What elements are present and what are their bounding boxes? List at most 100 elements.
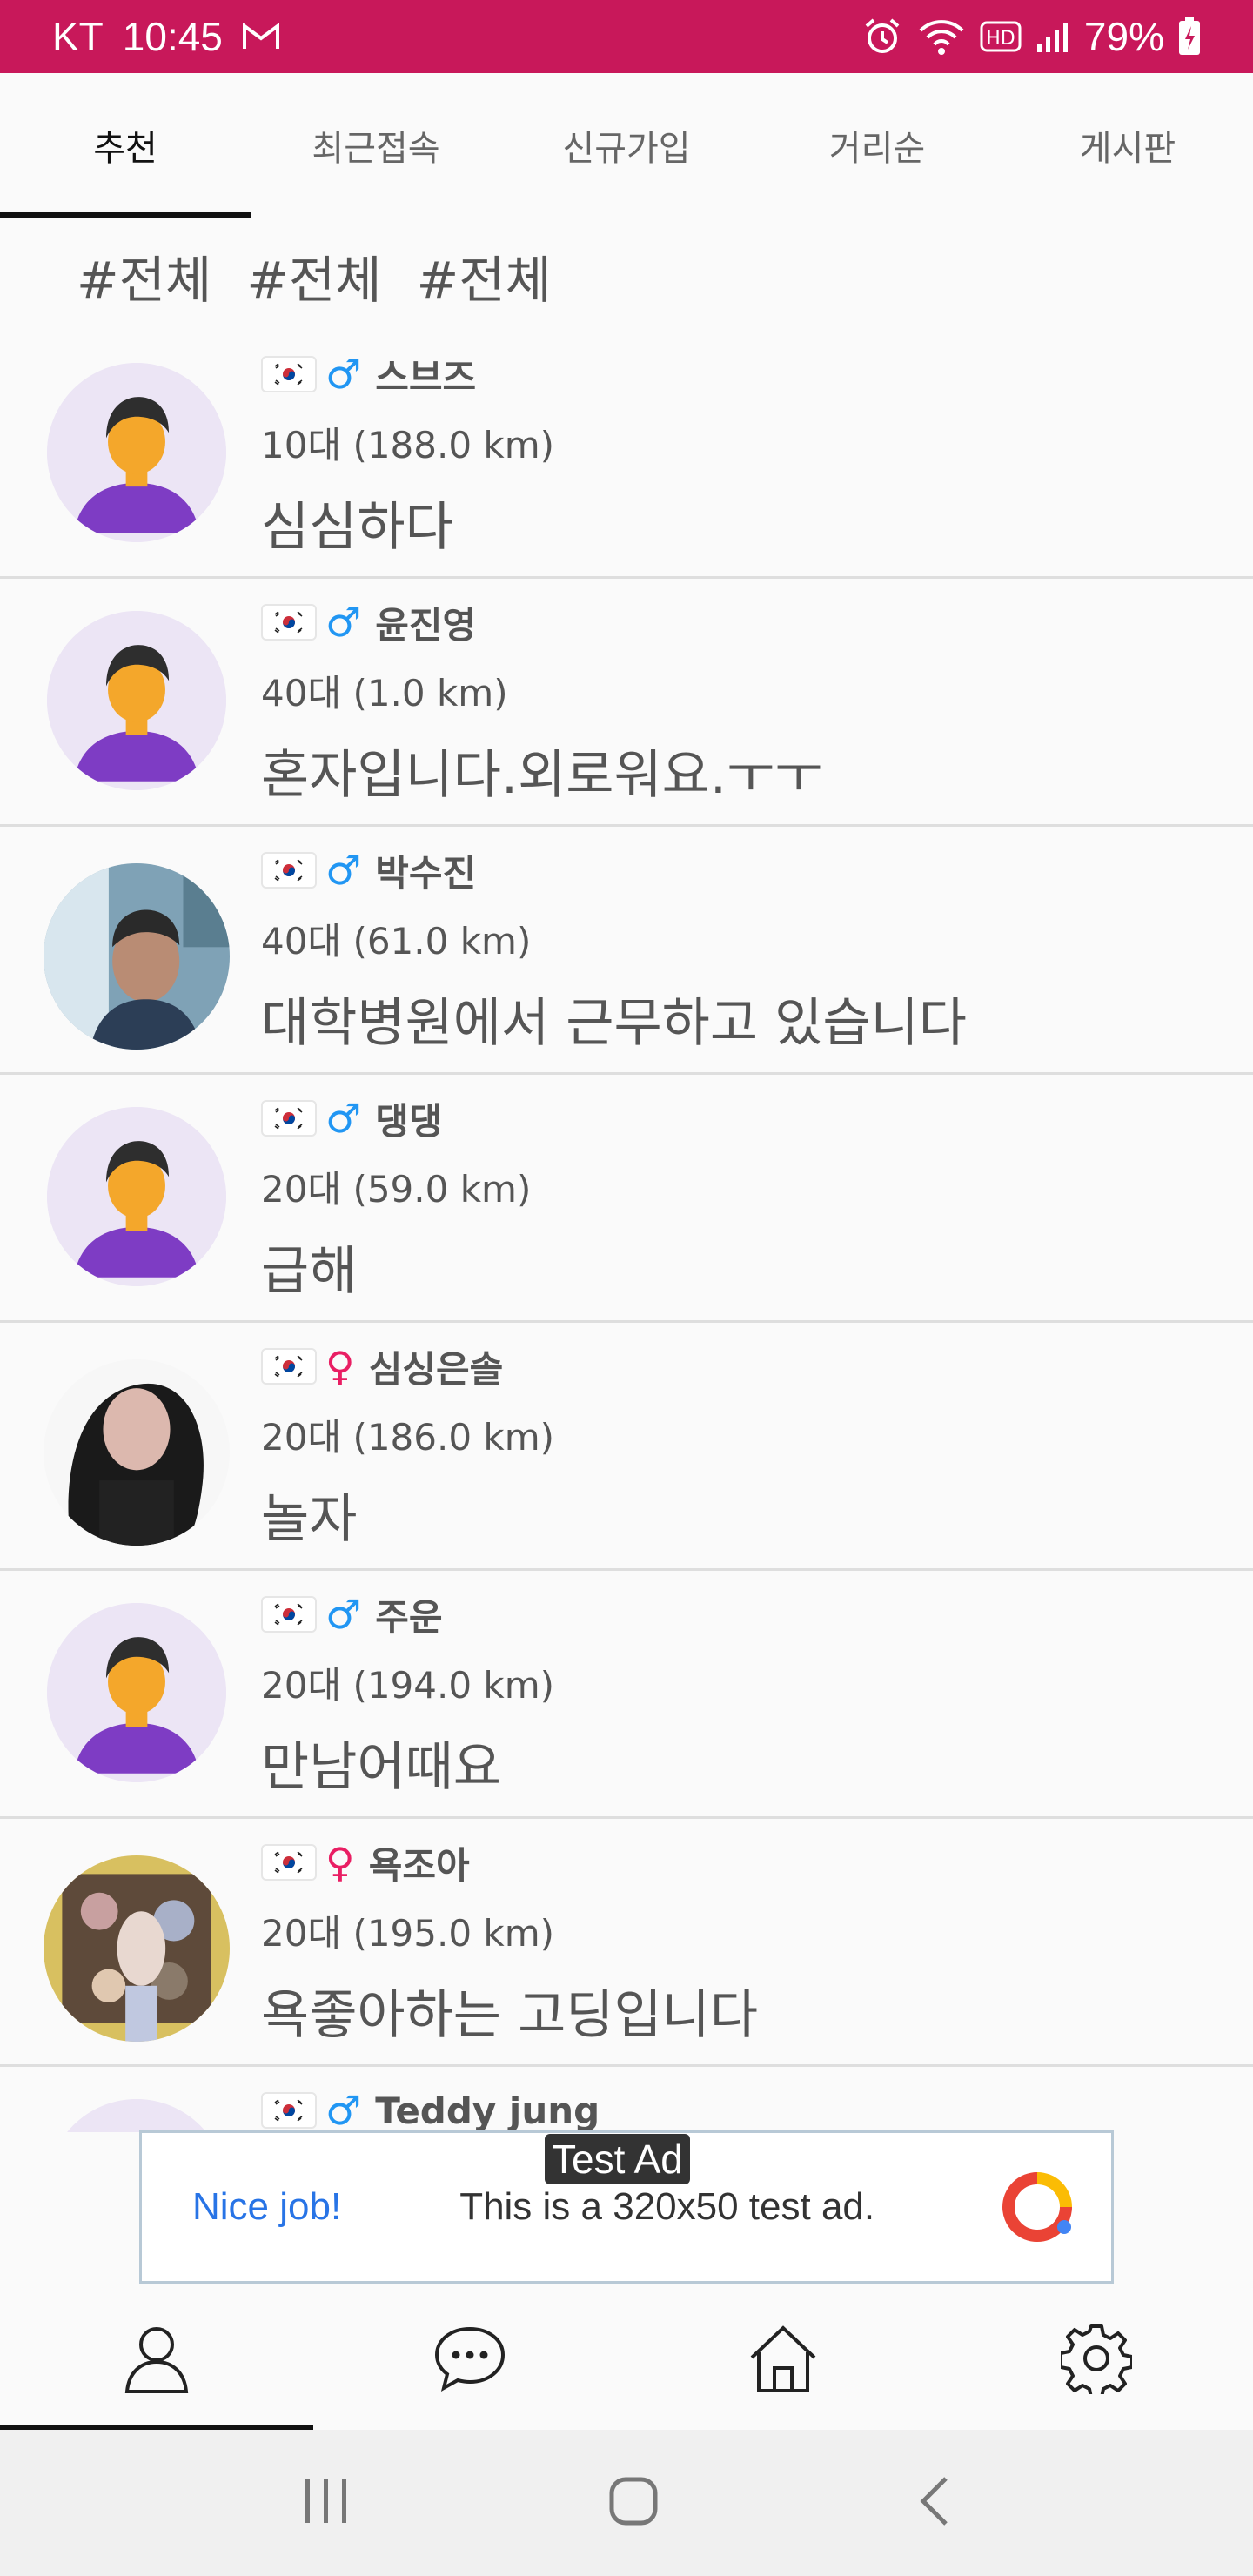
status-bar: KT 10:45 HD 79% xyxy=(0,0,1253,73)
ad-text: This is a 320x50 test ad. xyxy=(459,2185,875,2228)
male-gender-icon: ♂ xyxy=(325,847,362,894)
carrier-label: KT xyxy=(52,14,104,59)
korea-flag-icon xyxy=(261,1100,317,1137)
user-distance: (61.0 km) xyxy=(352,920,532,963)
gear-icon xyxy=(1059,2323,1134,2399)
user-info: ♂ 스브즈 10대 (188.0 km) 심심하다 xyxy=(261,350,554,560)
user-nickname: 댕댕 xyxy=(375,1099,443,1143)
nav-people[interactable] xyxy=(0,2291,313,2430)
female-gender-icon: ♀ xyxy=(325,1343,355,1390)
wifi-icon xyxy=(917,17,966,57)
user-info: ♀ 심싱은솔 20대 (186.0 km) 놀자 xyxy=(261,1342,554,1553)
male-gender-icon: ♂ xyxy=(325,2087,362,2132)
tab-recommended[interactable]: 추천 xyxy=(0,73,251,218)
male-gender-icon: ♂ xyxy=(325,1095,362,1142)
user-photo xyxy=(44,1855,230,2042)
user-distance: (186.0 km) xyxy=(352,1416,555,1459)
user-nickname: 심싱은솔 xyxy=(368,1347,504,1391)
user-nickname: Teddy jung xyxy=(375,2089,600,2132)
user-distance: (195.0 km) xyxy=(352,1912,555,1955)
user-message: 심심하다 xyxy=(261,497,453,558)
user-message: 급해 xyxy=(261,1241,358,1302)
bottom-nav xyxy=(0,2291,1253,2430)
korea-flag-icon xyxy=(261,356,317,392)
male-gender-icon: ♂ xyxy=(325,1591,362,1638)
male-gender-icon: ♂ xyxy=(325,599,362,646)
user-nickname: 박수진 xyxy=(375,851,477,895)
user-distance: (1.0 km) xyxy=(352,672,508,714)
chat-icon xyxy=(433,2325,506,2395)
nav-settings[interactable] xyxy=(940,2291,1253,2430)
gmail-icon xyxy=(242,22,280,51)
user-list-item[interactable]: ♂ 댕댕 20대 (59.0 km) 급해 xyxy=(0,1075,1253,1323)
user-nickname: 욕조아 xyxy=(368,1843,470,1887)
user-list-item[interactable]: ♂ 박수진 40대 (61.0 km) 대학병원에서 근무하고 있습니다 xyxy=(0,827,1253,1075)
user-nickname: 주운 xyxy=(375,1595,443,1639)
ad-logo-icon xyxy=(998,2168,1076,2246)
user-info: ♂ 윤진영 40대 (1.0 km) 혼자입니다.외로워요.ㅜㅜ xyxy=(261,598,822,808)
hashtag-filter[interactable]: #전체 xyxy=(246,239,381,312)
user-list-item[interactable]: ♂ 주운 20대 (194.0 km) 만남어때요 xyxy=(0,1571,1253,1819)
user-message: 만남어때요 xyxy=(261,1737,501,1798)
home-icon xyxy=(747,2323,820,2398)
korea-flag-icon xyxy=(261,1348,317,1385)
user-info: ♀ 욕조아 20대 (195.0 km) 욕좋아하는 고딩입니다 xyxy=(261,1838,758,2049)
user-list: ♂ 스브즈 10대 (188.0 km) 심심하다 ♂ 윤진영 40대 (1.0… xyxy=(0,331,1253,2132)
user-list-item[interactable]: ♂ 스브즈 10대 (188.0 km) 심심하다 xyxy=(0,331,1253,579)
default-avatar-icon xyxy=(47,363,226,542)
user-info: ♂ 박수진 40대 (61.0 km) 대학병원에서 근무하고 있습니다 xyxy=(261,846,967,1057)
svg-text:HD: HD xyxy=(986,28,1015,50)
user-age: 20대 xyxy=(261,1664,342,1707)
hashtag-filter[interactable]: #전체 xyxy=(417,239,552,312)
ad-headline: Nice job! xyxy=(192,2185,342,2228)
user-message: 대학병원에서 근무하고 있습니다 xyxy=(261,993,967,1054)
user-age: 10대 xyxy=(261,424,342,466)
tab-board[interactable]: 게시판 xyxy=(1002,73,1253,218)
default-avatar-icon xyxy=(47,611,226,790)
user-nickname: 스브즈 xyxy=(375,355,477,399)
default-avatar-icon xyxy=(47,2099,226,2132)
user-photo xyxy=(44,863,230,1050)
user-nickname: 윤진영 xyxy=(375,603,477,647)
user-list-item[interactable]: ♀ 심싱은솔 20대 (186.0 km) 놀자 xyxy=(0,1323,1253,1571)
default-avatar-icon xyxy=(47,1603,226,1782)
user-list-item[interactable]: ♀ 욕조아 20대 (195.0 km) 욕좋아하는 고딩입니다 xyxy=(0,1819,1253,2067)
user-message: 혼자입니다.외로워요.ㅜㅜ xyxy=(261,745,823,806)
user-info: ♂ Teddy jung xyxy=(261,2086,600,2132)
person-icon xyxy=(122,2322,191,2398)
male-gender-icon: ♂ xyxy=(325,351,362,398)
user-distance: (59.0 km) xyxy=(352,1168,532,1211)
default-avatar-icon xyxy=(47,1107,226,1286)
user-age: 20대 xyxy=(261,1168,342,1211)
hashtag-filters: #전체 #전체 #전체 xyxy=(77,239,552,312)
back-icon[interactable] xyxy=(916,2475,951,2531)
user-age: 40대 xyxy=(261,920,342,963)
korea-flag-icon xyxy=(261,852,317,889)
user-message: 놀자 xyxy=(261,1489,358,1550)
user-info: ♂ 댕댕 20대 (59.0 km) 급해 xyxy=(261,1094,531,1305)
user-distance: (188.0 km) xyxy=(352,424,555,466)
top-tab-bar: 추천 최근접속 신규가입 거리순 게시판 xyxy=(0,73,1253,218)
test-ad-badge: Test Ad xyxy=(545,2134,690,2184)
home-button-icon[interactable] xyxy=(607,2475,660,2531)
alarm-icon xyxy=(861,16,903,57)
recent-apps-icon[interactable] xyxy=(302,2478,351,2528)
battery-label: 79% xyxy=(1083,14,1164,59)
nav-home[interactable] xyxy=(626,2291,940,2430)
tab-new-members[interactable]: 신규가입 xyxy=(501,73,752,218)
hashtag-filter[interactable]: #전체 xyxy=(77,239,211,312)
tab-distance[interactable]: 거리순 xyxy=(752,73,1002,218)
user-distance: (194.0 km) xyxy=(352,1664,555,1707)
tab-recent-login[interactable]: 최근접속 xyxy=(251,73,501,218)
user-list-item[interactable]: ♂ Teddy jung xyxy=(0,2067,1253,2132)
nav-chat[interactable] xyxy=(313,2291,626,2430)
clock: 10:45 xyxy=(122,14,223,59)
user-age: 20대 xyxy=(261,1416,342,1459)
battery-icon xyxy=(1178,17,1201,56)
user-list-item[interactable]: ♂ 윤진영 40대 (1.0 km) 혼자입니다.외로워요.ㅜㅜ xyxy=(0,579,1253,827)
korea-flag-icon xyxy=(261,604,317,641)
signal-icon xyxy=(1035,19,1070,54)
user-age: 20대 xyxy=(261,1912,342,1955)
korea-flag-icon xyxy=(261,2092,317,2129)
korea-flag-icon xyxy=(261,1844,317,1881)
